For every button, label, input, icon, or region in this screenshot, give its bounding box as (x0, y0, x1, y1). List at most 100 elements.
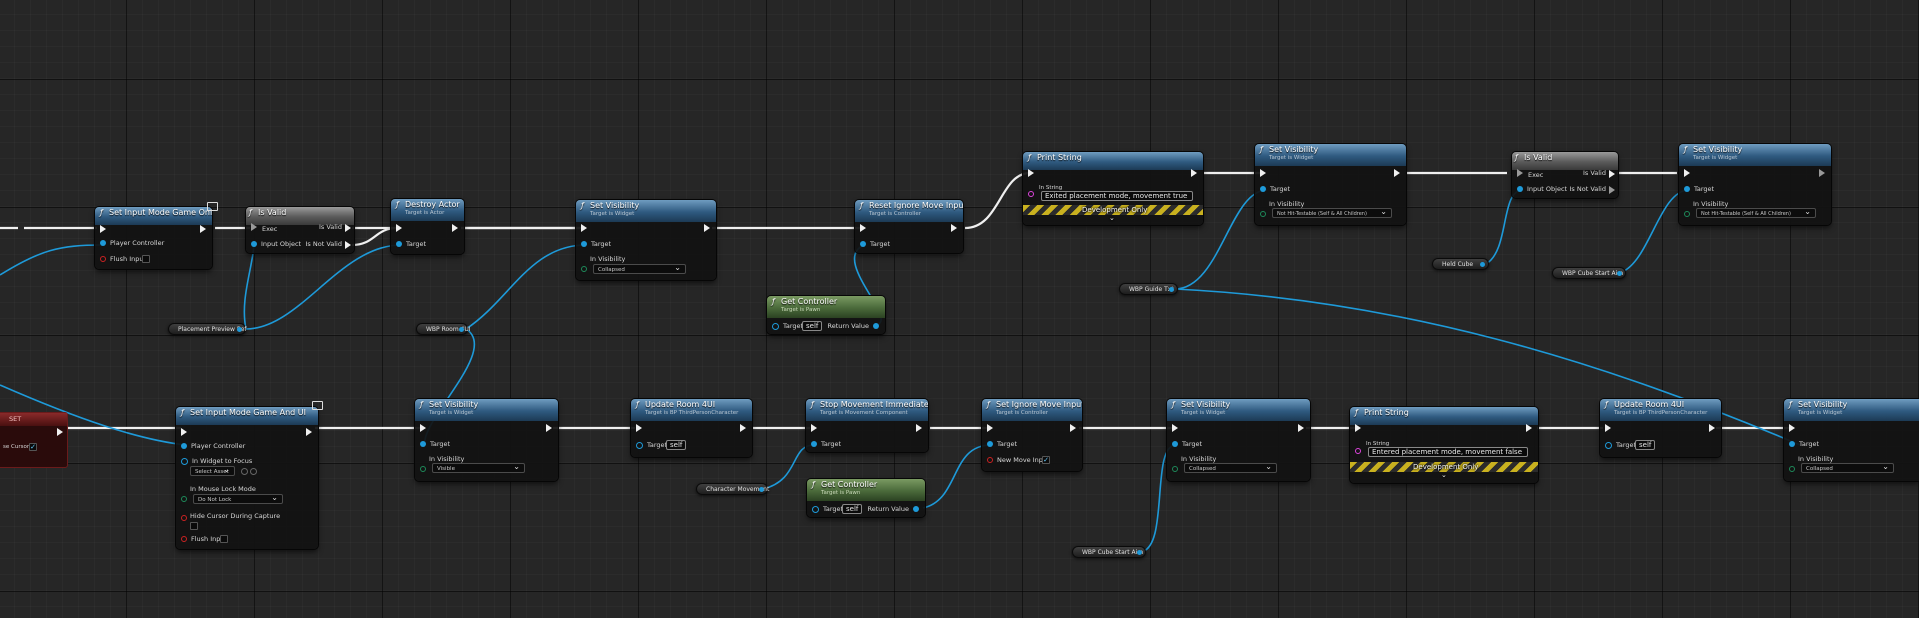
pin-dot[interactable] (1137, 550, 1142, 555)
exec-in-pin[interactable] (636, 424, 642, 432)
pin-dot[interactable] (1169, 287, 1174, 292)
pin-dot[interactable] (1617, 271, 1622, 276)
pin-dot[interactable] (1355, 448, 1361, 454)
visibility-dropdown[interactable]: Visible (432, 462, 525, 473)
exec-out-pin[interactable] (1609, 186, 1615, 194)
exec-in-pin[interactable] (396, 224, 402, 232)
pin-dot[interactable] (772, 322, 779, 330)
exec-out-pin[interactable] (1709, 424, 1715, 432)
exec-out-pin[interactable] (345, 241, 351, 249)
exec-in-pin[interactable] (1789, 424, 1795, 432)
set-visibility-node[interactable]: Set VisibilityTarget is Widget Target In… (1679, 144, 1831, 225)
reset-ignore-move-input-node[interactable]: Reset Ignore Move InputTarget is Control… (855, 200, 963, 253)
destroy-actor-node[interactable]: Destroy ActorTarget is Actor Target (391, 199, 464, 254)
exec-in-pin[interactable] (420, 424, 426, 432)
pin-dot[interactable] (860, 241, 866, 247)
exec-in-pin[interactable] (860, 224, 866, 232)
exec-in-pin[interactable] (811, 424, 817, 432)
print-string-node[interactable]: Print String In String Exited placement … (1023, 152, 1203, 225)
set-variable-node[interactable]: SET se Cursor ✓ (0, 412, 68, 468)
new-move-input-checkbox[interactable]: ✓ (1042, 456, 1050, 464)
exec-out-pin[interactable] (704, 224, 710, 232)
exec-out-pin[interactable] (1191, 169, 1197, 177)
pin-dot[interactable] (1172, 466, 1178, 472)
pin-dot[interactable] (1684, 186, 1690, 192)
set-visibility-node[interactable]: Set VisibilityTarget is Widget Target In… (576, 200, 716, 280)
browse-icon[interactable] (241, 468, 248, 475)
pin-dot[interactable] (1172, 441, 1178, 447)
exec-out-pin[interactable] (57, 428, 63, 436)
pin-dot[interactable] (251, 241, 257, 247)
pin-dot[interactable] (1260, 211, 1266, 217)
pin-dot[interactable] (1517, 186, 1523, 192)
exec-out-pin[interactable] (200, 225, 206, 233)
self-field[interactable]: self (1635, 440, 1656, 450)
flush-input-checkbox[interactable] (142, 255, 150, 263)
in-string-field[interactable]: Entered placement mode, movement false (1368, 447, 1528, 457)
exec-out-pin[interactable] (306, 428, 312, 436)
visibility-dropdown[interactable]: Collapsed (1184, 462, 1277, 473)
visibility-dropdown[interactable]: Collapsed (593, 263, 686, 274)
exec-in-pin[interactable] (1684, 169, 1690, 177)
exec-in-pin[interactable] (987, 424, 993, 432)
set-visibility-node[interactable]: Set VisibilityTarget is Widget Target In… (1167, 399, 1310, 481)
hide-cursor-checkbox[interactable] (190, 522, 198, 530)
exec-in-pin[interactable] (181, 428, 187, 436)
set-visibility-node[interactable]: Set VisibilityTarget is Widget Target In… (1784, 399, 1919, 481)
self-field[interactable]: self (666, 440, 687, 450)
pin-dot[interactable] (873, 323, 879, 329)
exec-out-pin[interactable] (1394, 169, 1400, 177)
wbp-cube-start-aim-variable[interactable]: WBP Cube Start Aim (1072, 546, 1146, 558)
exec-in-pin[interactable] (251, 223, 257, 231)
visibility-dropdown[interactable]: Collapsed (1801, 462, 1894, 473)
pin-dot[interactable] (181, 536, 187, 542)
set-ignore-move-input-node[interactable]: Set Ignore Move InputTarget is Controlle… (982, 399, 1082, 471)
visibility-dropdown[interactable]: Not Hit-Testable (Self & All Children) (1272, 207, 1392, 218)
exec-out-pin[interactable] (345, 224, 351, 232)
update-room-4ui-node[interactable]: Update Room 4UITarget is BP ThirdPersonC… (1600, 399, 1721, 457)
exec-in-pin[interactable] (1517, 169, 1523, 177)
set-input-mode-game-and-ui-node[interactable]: Set Input Mode Game And UI Player Contro… (176, 407, 318, 549)
exec-in-pin[interactable] (1172, 424, 1178, 432)
pin-dot[interactable] (420, 466, 426, 472)
exec-out-pin[interactable] (546, 424, 552, 432)
pin-dot[interactable] (237, 327, 242, 332)
pin-dot[interactable] (636, 441, 643, 449)
exec-in-pin[interactable] (1355, 424, 1361, 432)
pin-dot[interactable] (181, 457, 188, 465)
pin-dot[interactable] (1260, 186, 1266, 192)
exec-out-pin[interactable] (1609, 170, 1615, 178)
exec-in-pin[interactable] (1260, 169, 1266, 177)
pin-dot[interactable] (581, 266, 587, 272)
is-valid-node[interactable]: Is Valid Exec Is Valid Input Object Is N… (1512, 152, 1618, 198)
get-controller-node[interactable]: Get ControllerTarget is Pawn Target self… (767, 296, 885, 334)
stop-movement-immediately-node[interactable]: Stop Movement ImmediatelyTarget is Movem… (806, 399, 928, 452)
pin-dot[interactable] (581, 241, 587, 247)
exec-in-pin[interactable] (1028, 169, 1034, 177)
chevron-down-icon[interactable]: ⌄ (1109, 214, 1115, 222)
pin-dot[interactable] (396, 241, 402, 247)
visibility-dropdown[interactable]: Not Hit-Testable (Self & All Children) (1696, 207, 1816, 218)
flush-input-checkbox[interactable] (220, 535, 228, 543)
self-field[interactable]: self (842, 504, 863, 514)
wbp-cube-start-aim-variable[interactable]: WBP Cube Start Aim (1552, 267, 1626, 279)
mouse-cursor-checkbox[interactable]: ✓ (29, 443, 37, 451)
pin-dot[interactable] (181, 443, 187, 449)
pin-dot[interactable] (100, 240, 106, 246)
held-cube-variable[interactable]: Held Cube (1432, 258, 1489, 270)
select-asset-dropdown[interactable]: Select Asset (190, 465, 235, 476)
pin-dot[interactable] (420, 441, 426, 447)
exec-out-pin[interactable] (740, 424, 746, 432)
get-controller-node[interactable]: Get ControllerTarget is Pawn Target self… (807, 479, 925, 517)
pin-dot[interactable] (1684, 211, 1690, 217)
exec-out-pin[interactable] (1819, 169, 1825, 177)
exec-out-pin[interactable] (452, 224, 458, 232)
pin-dot[interactable] (1789, 441, 1795, 447)
print-string-node[interactable]: Print String In String Entered placement… (1350, 407, 1538, 483)
wbp-room-4ui-variable[interactable]: WBP Room 4UI (416, 323, 471, 335)
character-movement-variable[interactable]: Character Movement (696, 483, 769, 495)
pin-dot[interactable] (1028, 191, 1034, 197)
exec-out-pin[interactable] (1070, 424, 1076, 432)
search-icon[interactable] (250, 468, 257, 475)
update-room-4ui-node[interactable]: Update Room 4UITarget is BP ThirdPersonC… (631, 399, 752, 457)
